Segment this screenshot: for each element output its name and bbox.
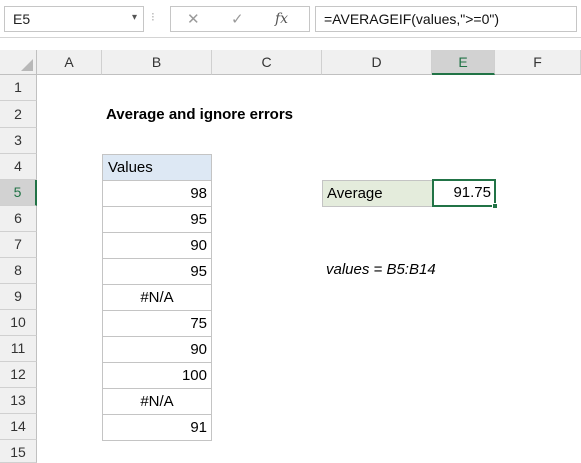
value-cell[interactable]: 75 [102,311,212,337]
row-header-1[interactable]: 1 [0,75,37,101]
enter-icon[interactable]: ✓ [231,10,244,28]
row-header-4[interactable]: 4 [0,154,37,180]
row-header-8[interactable]: 8 [0,258,37,284]
drag-handle-icon[interactable]: ⁝ [151,10,155,24]
insert-function-icon[interactable]: fx [275,11,288,27]
row-header-15[interactable]: 15 [0,440,37,463]
value-cell[interactable]: 90 [102,337,212,363]
column-header-e[interactable]: E [432,50,495,75]
row-header-3[interactable]: 3 [0,128,37,154]
column-header-b[interactable]: B [102,50,212,75]
fill-handle[interactable] [492,203,498,209]
values-header[interactable]: Values [102,154,212,181]
cancel-icon[interactable]: ✕ [187,10,200,28]
value-cell[interactable]: 90 [102,233,212,259]
name-box-value: E5 [13,11,31,27]
name-box[interactable]: E5 ▾ [4,6,144,32]
row-header-6[interactable]: 6 [0,206,37,232]
column-header-a[interactable]: A [37,50,102,75]
formula-bar: E5 ▾ ⁝ ✕ ✓ fx =AVERAGEIF(values,">=0") [0,0,581,38]
row-header-11[interactable]: 11 [0,336,37,362]
average-label[interactable]: Average [322,180,433,207]
row-header-13[interactable]: 13 [0,388,37,414]
column-header-f[interactable]: F [495,50,581,75]
column-header-d[interactable]: D [322,50,432,75]
formula-buttons: ✕ ✓ fx [170,6,310,32]
row-header-7[interactable]: 7 [0,232,37,258]
value-cell[interactable]: 100 [102,363,212,389]
value-cell[interactable]: 95 [102,207,212,233]
value-cell[interactable]: 95 [102,259,212,285]
row-header-14[interactable]: 14 [0,414,37,440]
formula-text: =AVERAGEIF(values,">=0") [324,11,500,27]
sheet-title: Average and ignore errors [106,106,294,123]
value-cell-error[interactable]: #N/A [102,285,212,311]
row-header-12[interactable]: 12 [0,362,37,388]
value-cell-error[interactable]: #N/A [102,389,212,415]
formula-input[interactable]: =AVERAGEIF(values,">=0") [315,6,577,32]
row-header-2[interactable]: 2 [0,101,37,128]
value-cell[interactable]: 91 [102,415,212,441]
chevron-down-icon[interactable]: ▾ [132,12,137,23]
row-header-10[interactable]: 10 [0,310,37,336]
select-all-corner[interactable] [0,50,37,75]
row-header-5[interactable]: 5 [0,180,37,206]
row-header-9[interactable]: 9 [0,284,37,310]
named-range-note: values = B5:B14 [326,261,436,278]
column-header-c[interactable]: C [212,50,322,75]
value-cell[interactable]: 98 [102,181,212,207]
average-value-cell[interactable]: 91.75 [432,179,496,207]
select-all-icon [21,59,33,71]
